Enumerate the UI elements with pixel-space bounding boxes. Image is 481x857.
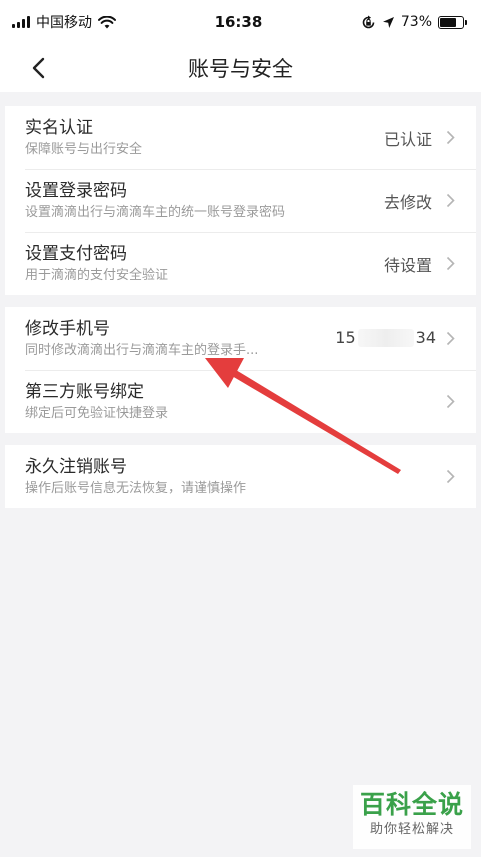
phone-number-masked: 15 34 (335, 328, 436, 347)
settings-group-identity: 实名认证 保障账号与出行安全 已认证 设置登录密码 设置滴滴出行与滴滴车主的统一… (5, 106, 476, 295)
row-subtitle: 设置滴滴出行与滴滴车主的统一账号登录密码 (25, 204, 286, 220)
status-right: 73% (361, 14, 467, 30)
row-title: 实名认证 (25, 117, 93, 138)
battery-icon (438, 15, 467, 29)
chevron-right-icon (446, 394, 456, 410)
row-value: 去修改 (383, 192, 432, 212)
login-password-row[interactable]: 设置登录密码 设置滴滴出行与滴滴车主的统一账号登录密码 去修改 (5, 169, 476, 232)
row-subtitle: 绑定后可免验证快捷登录 (25, 405, 169, 421)
real-name-verification-row[interactable]: 实名认证 保障账号与出行安全 已认证 (5, 106, 476, 169)
row-title: 设置支付密码 (25, 243, 127, 264)
row-subtitle: 同时修改滴滴出行与滴滴车主的登录手... (25, 342, 259, 358)
row-text: 永久注销账号 操作后账号信息无法恢复，请谨慎操作 (25, 456, 446, 498)
phone-prefix: 15 (335, 328, 356, 347)
phone-suffix: 34 (415, 328, 436, 347)
row-value: 待设置 (383, 255, 432, 275)
settings-group-account: 修改手机号 同时修改滴滴出行与滴滴车主的登录手... 15 34 第三方账号绑定… (5, 307, 476, 433)
status-time: 16:38 (214, 13, 263, 31)
change-phone-row[interactable]: 修改手机号 同时修改滴滴出行与滴滴车主的登录手... 15 34 (5, 307, 476, 370)
carrier-name: 中国移动 (36, 15, 92, 31)
location-arrow-icon (382, 16, 394, 28)
settings-group-danger: 永久注销账号 操作后账号信息无法恢复，请谨慎操作 (5, 445, 476, 508)
cellular-signal-icon (12, 16, 30, 28)
row-title: 永久注销账号 (25, 456, 127, 477)
watermark-title: 百科全说 (359, 790, 464, 819)
header: 中国移动 16:38 73% 账号与安全 (0, 0, 481, 92)
row-text: 设置登录密码 设置滴滴出行与滴滴车主的统一账号登录密码 (25, 180, 384, 222)
row-subtitle: 保障账号与出行安全 (25, 141, 143, 157)
chevron-right-icon (446, 130, 456, 146)
delete-account-row[interactable]: 永久注销账号 操作后账号信息无法恢复，请谨慎操作 (5, 445, 476, 508)
row-value: 已认证 (383, 129, 432, 149)
row-text: 设置支付密码 用于滴滴的支付安全验证 (25, 243, 384, 285)
chevron-left-icon (32, 57, 45, 79)
row-text: 实名认证 保障账号与出行安全 (25, 117, 384, 159)
chevron-right-icon (446, 193, 456, 209)
battery-fill (440, 17, 457, 27)
row-subtitle: 操作后账号信息无法恢复，请谨慎操作 (25, 480, 247, 496)
chevron-right-icon (446, 469, 456, 485)
row-title: 第三方账号绑定 (25, 381, 144, 402)
third-party-binding-row[interactable]: 第三方账号绑定 绑定后可免验证快捷登录 (5, 370, 476, 433)
payment-password-row[interactable]: 设置支付密码 用于滴滴的支付安全验证 待设置 (5, 232, 476, 295)
row-text: 第三方账号绑定 绑定后可免验证快捷登录 (25, 381, 446, 423)
chevron-right-icon (446, 331, 456, 347)
wifi-icon (98, 15, 116, 28)
rotation-lock-icon (362, 15, 375, 28)
watermark-logo: 百科全说 助你轻松解决 (353, 785, 471, 849)
row-subtitle: 用于滴滴的支付安全验证 (25, 267, 169, 283)
page-title: 账号与安全 (188, 57, 293, 81)
chevron-right-icon (446, 256, 456, 272)
row-title: 设置登录密码 (25, 180, 127, 201)
status-left: 中国移动 (12, 12, 116, 32)
watermark-subtitle: 助你轻松解决 (369, 822, 454, 837)
nav-bar: 账号与安全 (0, 44, 481, 92)
status-bar: 中国移动 16:38 73% (0, 0, 481, 44)
back-button[interactable] (24, 54, 52, 82)
battery-percent: 73% (400, 14, 432, 30)
phone-blur-mask (357, 328, 414, 347)
